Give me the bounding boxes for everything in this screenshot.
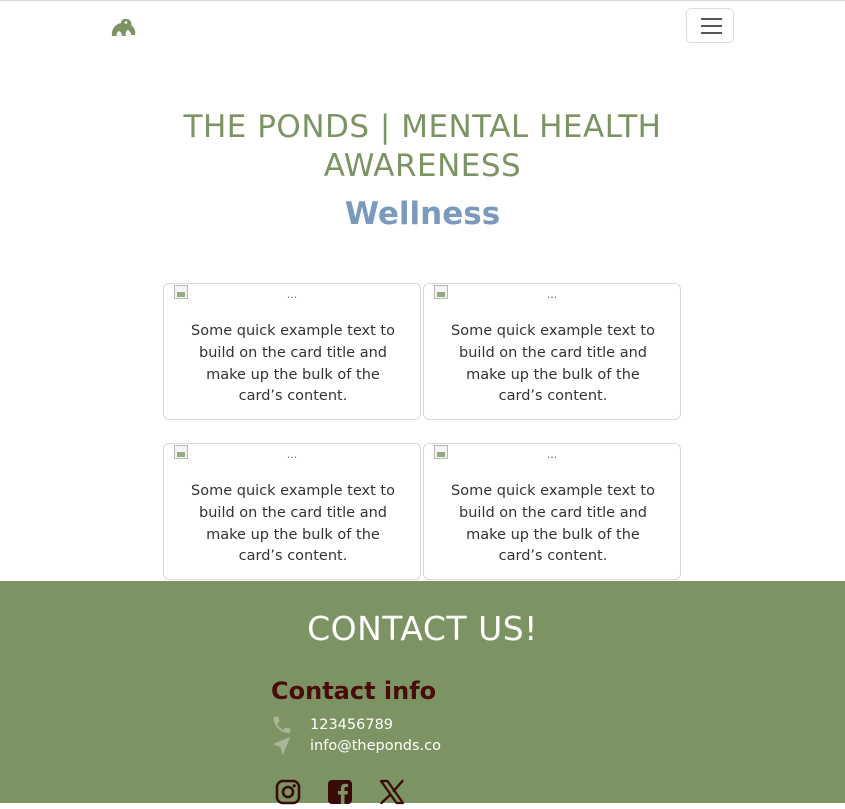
facebook-link[interactable] xyxy=(327,779,353,805)
navbar xyxy=(0,1,845,53)
brand-logo[interactable] xyxy=(109,15,137,39)
email-address[interactable]: info@theponds.co xyxy=(310,737,441,755)
instagram-icon xyxy=(275,779,301,805)
instagram-link[interactable] xyxy=(275,779,301,805)
x-twitter-link[interactable] xyxy=(379,779,405,805)
send-arrow-icon xyxy=(272,736,291,756)
card: ... Some quick example text to build on … xyxy=(423,283,681,420)
x-twitter-icon xyxy=(379,779,405,805)
card-image-alt: ... xyxy=(286,448,298,461)
contact-footer: CONTACT US! Contact info 123456789 info@… xyxy=(0,581,845,805)
frog-icon xyxy=(111,18,136,36)
card-image-alt: ... xyxy=(546,288,558,301)
card: ... Some quick example text to build on … xyxy=(163,283,421,420)
card-image-alt: ... xyxy=(546,448,558,461)
contact-info-heading: Contact info xyxy=(271,677,437,705)
phone-number[interactable]: 123456789 xyxy=(310,716,393,734)
card: ... Some quick example text to build on … xyxy=(423,443,681,580)
phone-icon xyxy=(273,716,291,734)
hamburger-menu-icon xyxy=(701,18,722,20)
card-image-alt: ... xyxy=(286,288,298,301)
card-text: Some quick example text to build on the … xyxy=(191,323,395,405)
page-subtitle: Wellness xyxy=(344,196,501,232)
navbar-toggle-button[interactable] xyxy=(686,8,734,43)
page-title: THE PONDS | MENTAL HEALTH AWARENESS xyxy=(183,109,662,184)
card-text: Some quick example text to build on the … xyxy=(451,483,655,565)
card-text: Some quick example text to build on the … xyxy=(191,483,395,565)
card: ... Some quick example text to build on … xyxy=(163,443,421,580)
card-text: Some quick example text to build on the … xyxy=(451,323,655,405)
contact-title: CONTACT US! xyxy=(307,609,538,648)
facebook-icon xyxy=(328,780,352,804)
